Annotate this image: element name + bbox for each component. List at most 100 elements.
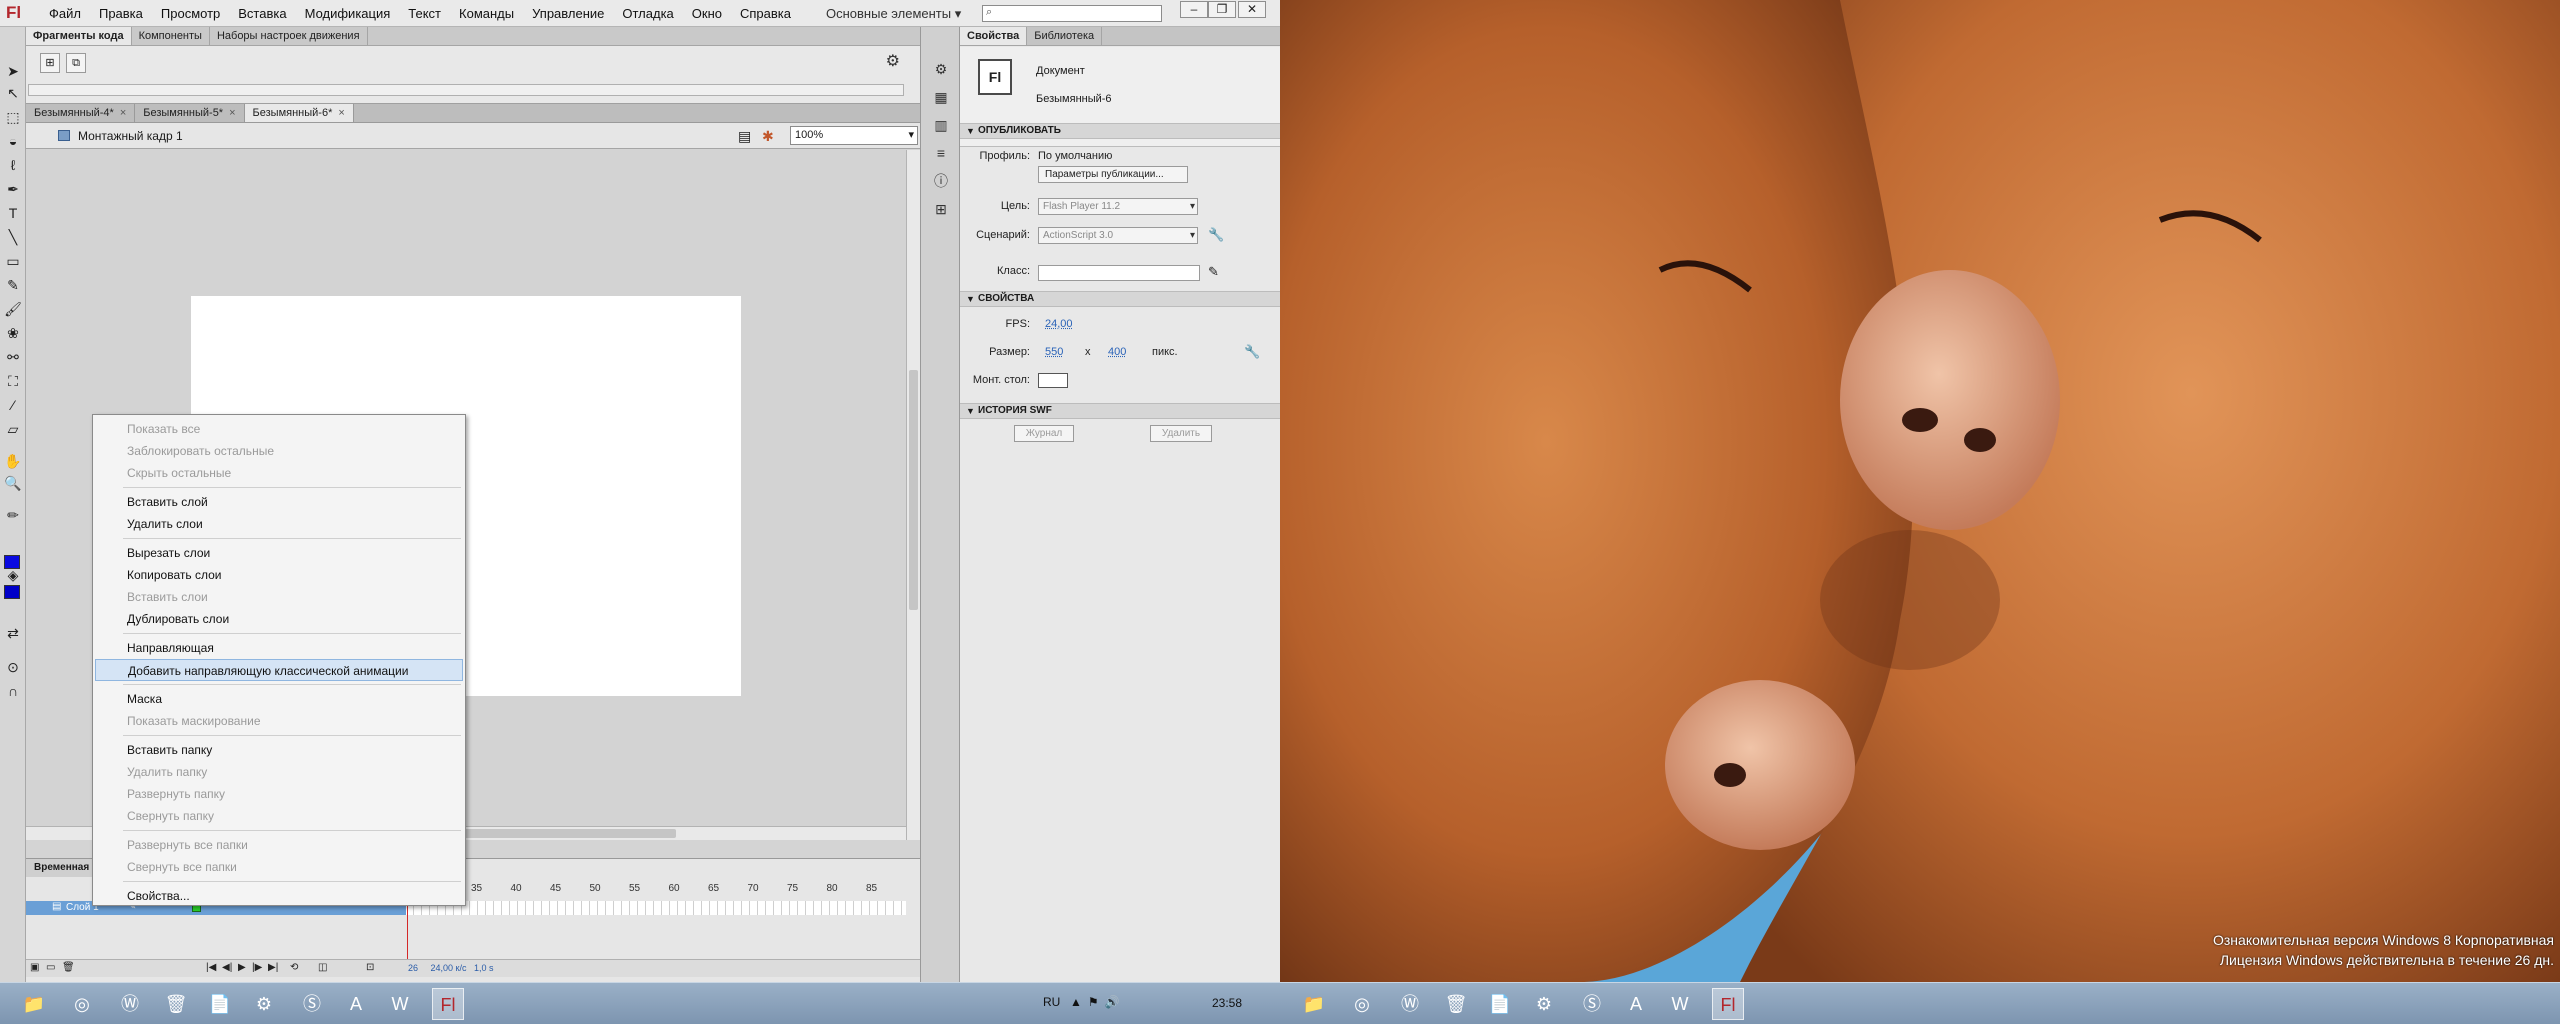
next-frame-icon[interactable]: |▶ (252, 962, 262, 973)
menu-item[interactable]: Текст (399, 0, 450, 27)
context-menu-item[interactable]: Копировать слои (93, 564, 465, 586)
wordpress-icon[interactable]: Ⓦ (114, 988, 146, 1020)
context-menu-item[interactable]: Заблокировать остальные (93, 440, 465, 462)
menu-item[interactable]: Вставка (229, 0, 295, 27)
pencil-icon[interactable]: ✎ (1208, 264, 1219, 280)
eyedropper-tool-icon[interactable]: ⁄ (2, 395, 24, 415)
3d-rotation-tool-icon[interactable]: ◒ (2, 131, 24, 151)
context-menu-item[interactable]: Дублировать слои (93, 608, 465, 630)
acrobat-icon[interactable]: A (1620, 988, 1652, 1020)
scrollbar-thumb[interactable] (446, 829, 676, 838)
tab-document-4[interactable]: Безымянный-4* × (26, 104, 136, 122)
fps-value[interactable]: 24,00 (1045, 318, 1073, 330)
wordpress-icon[interactable]: Ⓦ (1394, 988, 1426, 1020)
acrobat-icon[interactable]: A (340, 988, 372, 1020)
snippets-scrollbar[interactable] (28, 84, 904, 96)
chrome-icon[interactable]: ◎ (1346, 988, 1378, 1020)
brush-tool-icon[interactable]: 🖌 (2, 299, 24, 319)
tab-timeline[interactable]: Временная (26, 859, 98, 877)
eraser-tool-icon[interactable]: ▱ (2, 419, 24, 439)
maximize-button[interactable]: ❐ (1208, 1, 1236, 18)
chrome-icon[interactable]: ◎ (66, 988, 98, 1020)
script-select[interactable]: ActionScript 3.0 ▾ (1038, 227, 1198, 244)
subselection-tool-icon[interactable]: ↖ (2, 83, 24, 103)
deco-tool-icon[interactable]: ❀ (2, 323, 24, 343)
snap-to-objects-icon[interactable]: ⊙ (2, 657, 24, 677)
document-icon[interactable]: 📄 (204, 988, 236, 1020)
first-frame-icon[interactable]: |◀ (206, 962, 216, 973)
context-menu-item[interactable]: Развернуть все папки (93, 834, 465, 856)
scrollbar-thumb[interactable] (909, 370, 918, 610)
context-menu-item[interactable]: Маска (93, 688, 465, 710)
context-menu-item[interactable]: Вставить папку (93, 739, 465, 761)
width-value[interactable]: 550 (1045, 346, 1063, 358)
zoom-tool-icon[interactable]: 🔍 (2, 473, 24, 493)
menu-item[interactable]: Просмотр (152, 0, 229, 27)
loop-icon[interactable]: ⟲ (290, 962, 298, 973)
wrench-icon[interactable]: 🔧 (1244, 344, 1260, 360)
context-menu-item[interactable]: Скрыть остальные (93, 462, 465, 484)
edit-scene-icon[interactable]: ▤ (738, 128, 751, 145)
context-menu-item[interactable]: Свернуть все папки (93, 856, 465, 878)
pen-tool-icon[interactable]: ✒ (2, 179, 24, 199)
menu-item[interactable]: Окно (683, 0, 731, 27)
align-icon[interactable]: ≡ (931, 143, 951, 163)
clock[interactable]: 23:58 (1212, 996, 1242, 1010)
pencil-tool-icon[interactable]: ✎ (2, 275, 24, 295)
skype-icon[interactable]: Ⓢ (296, 988, 328, 1020)
delete-history-button[interactable]: Удалить (1150, 425, 1212, 442)
scene-label[interactable]: Монтажный кадр 1 (78, 123, 183, 149)
selection-tool-icon[interactable]: ➤ (2, 61, 24, 81)
bone-tool-icon[interactable]: ⚯ (2, 347, 24, 367)
swap-colors-icon[interactable]: ⇄ (2, 623, 24, 643)
menu-item[interactable]: Файл (40, 0, 90, 27)
target-select[interactable]: Flash Player 11.2 ▾ (1038, 198, 1198, 215)
free-transform-tool-icon[interactable]: ⬚ (2, 107, 24, 127)
context-menu-item[interactable]: Развернуть папку (93, 783, 465, 805)
search-input[interactable] (999, 7, 1159, 20)
height-value[interactable]: 400 (1108, 346, 1126, 358)
motion-editor-icon[interactable]: ⚙ (931, 59, 951, 79)
settings-icon[interactable]: ⚙ (1528, 988, 1560, 1020)
edit-symbols-icon[interactable]: ✱ (762, 128, 774, 145)
help-search-field[interactable]: ⌕ (982, 5, 1162, 22)
context-menu-item[interactable]: Добавить направляющую классической анима… (95, 659, 463, 681)
paint-bucket-tool-icon[interactable]: ⛶ (2, 371, 24, 391)
context-menu-item[interactable]: Удалить слои (93, 513, 465, 535)
prev-frame-icon[interactable]: ◀| (222, 962, 232, 973)
tab-properties[interactable]: Свойства (960, 27, 1028, 45)
tab-code-snippets[interactable]: Фрагменты кода (26, 27, 132, 45)
tray-icons[interactable]: ▲⚑🔊 (1070, 995, 1126, 1009)
swf-history-section-header[interactable]: ▼ ИСТОРИЯ SWF (960, 403, 1280, 419)
close-tab-icon[interactable]: × (338, 107, 344, 119)
fill-color-swatch[interactable] (4, 585, 20, 599)
publish-section-header[interactable]: ▼ ОПУБЛИКОВАТЬ (960, 123, 1280, 139)
hand-tool-icon[interactable]: ✋ (2, 451, 24, 471)
gear-icon[interactable]: ⚙ (886, 51, 900, 71)
close-tab-icon[interactable]: × (229, 107, 235, 119)
menu-item[interactable]: Управление (523, 0, 613, 27)
tab-motion-presets[interactable]: Наборы настроек движения (210, 27, 368, 45)
add-snippet-button[interactable]: ⊞ (40, 53, 60, 73)
recycle-bin-icon[interactable]: 🗑 (1440, 988, 1472, 1020)
last-frame-icon[interactable]: ▶| (268, 962, 278, 973)
menu-item[interactable]: Справка (731, 0, 800, 27)
tab-document-6[interactable]: Безымянный-6* × (244, 104, 354, 122)
word-icon[interactable]: W (384, 988, 416, 1020)
swatches-icon[interactable]: ▥ (931, 115, 951, 135)
menu-item[interactable]: Отладка (613, 0, 682, 27)
minimize-button[interactable]: – (1180, 1, 1208, 18)
language-indicator[interactable]: RU (1043, 995, 1060, 1009)
new-folder-icon[interactable]: ▭ (46, 962, 55, 973)
context-menu-item[interactable]: Направляющая (93, 637, 465, 659)
explorer-icon[interactable]: 📁 (1298, 988, 1330, 1020)
publish-settings-button[interactable]: Параметры публикации... (1038, 166, 1188, 183)
context-menu-item[interactable]: Вырезать слои (93, 542, 465, 564)
context-menu-item[interactable]: Показать все (93, 418, 465, 440)
frames-row[interactable] (406, 901, 906, 915)
vertical-scrollbar[interactable] (906, 150, 920, 840)
context-menu-item[interactable]: Удалить папку (93, 761, 465, 783)
magnet-icon[interactable]: ∩ (2, 681, 24, 701)
edit-markers-icon[interactable]: ⊡ (366, 962, 374, 973)
context-menu-item[interactable]: Свернуть папку (93, 805, 465, 827)
